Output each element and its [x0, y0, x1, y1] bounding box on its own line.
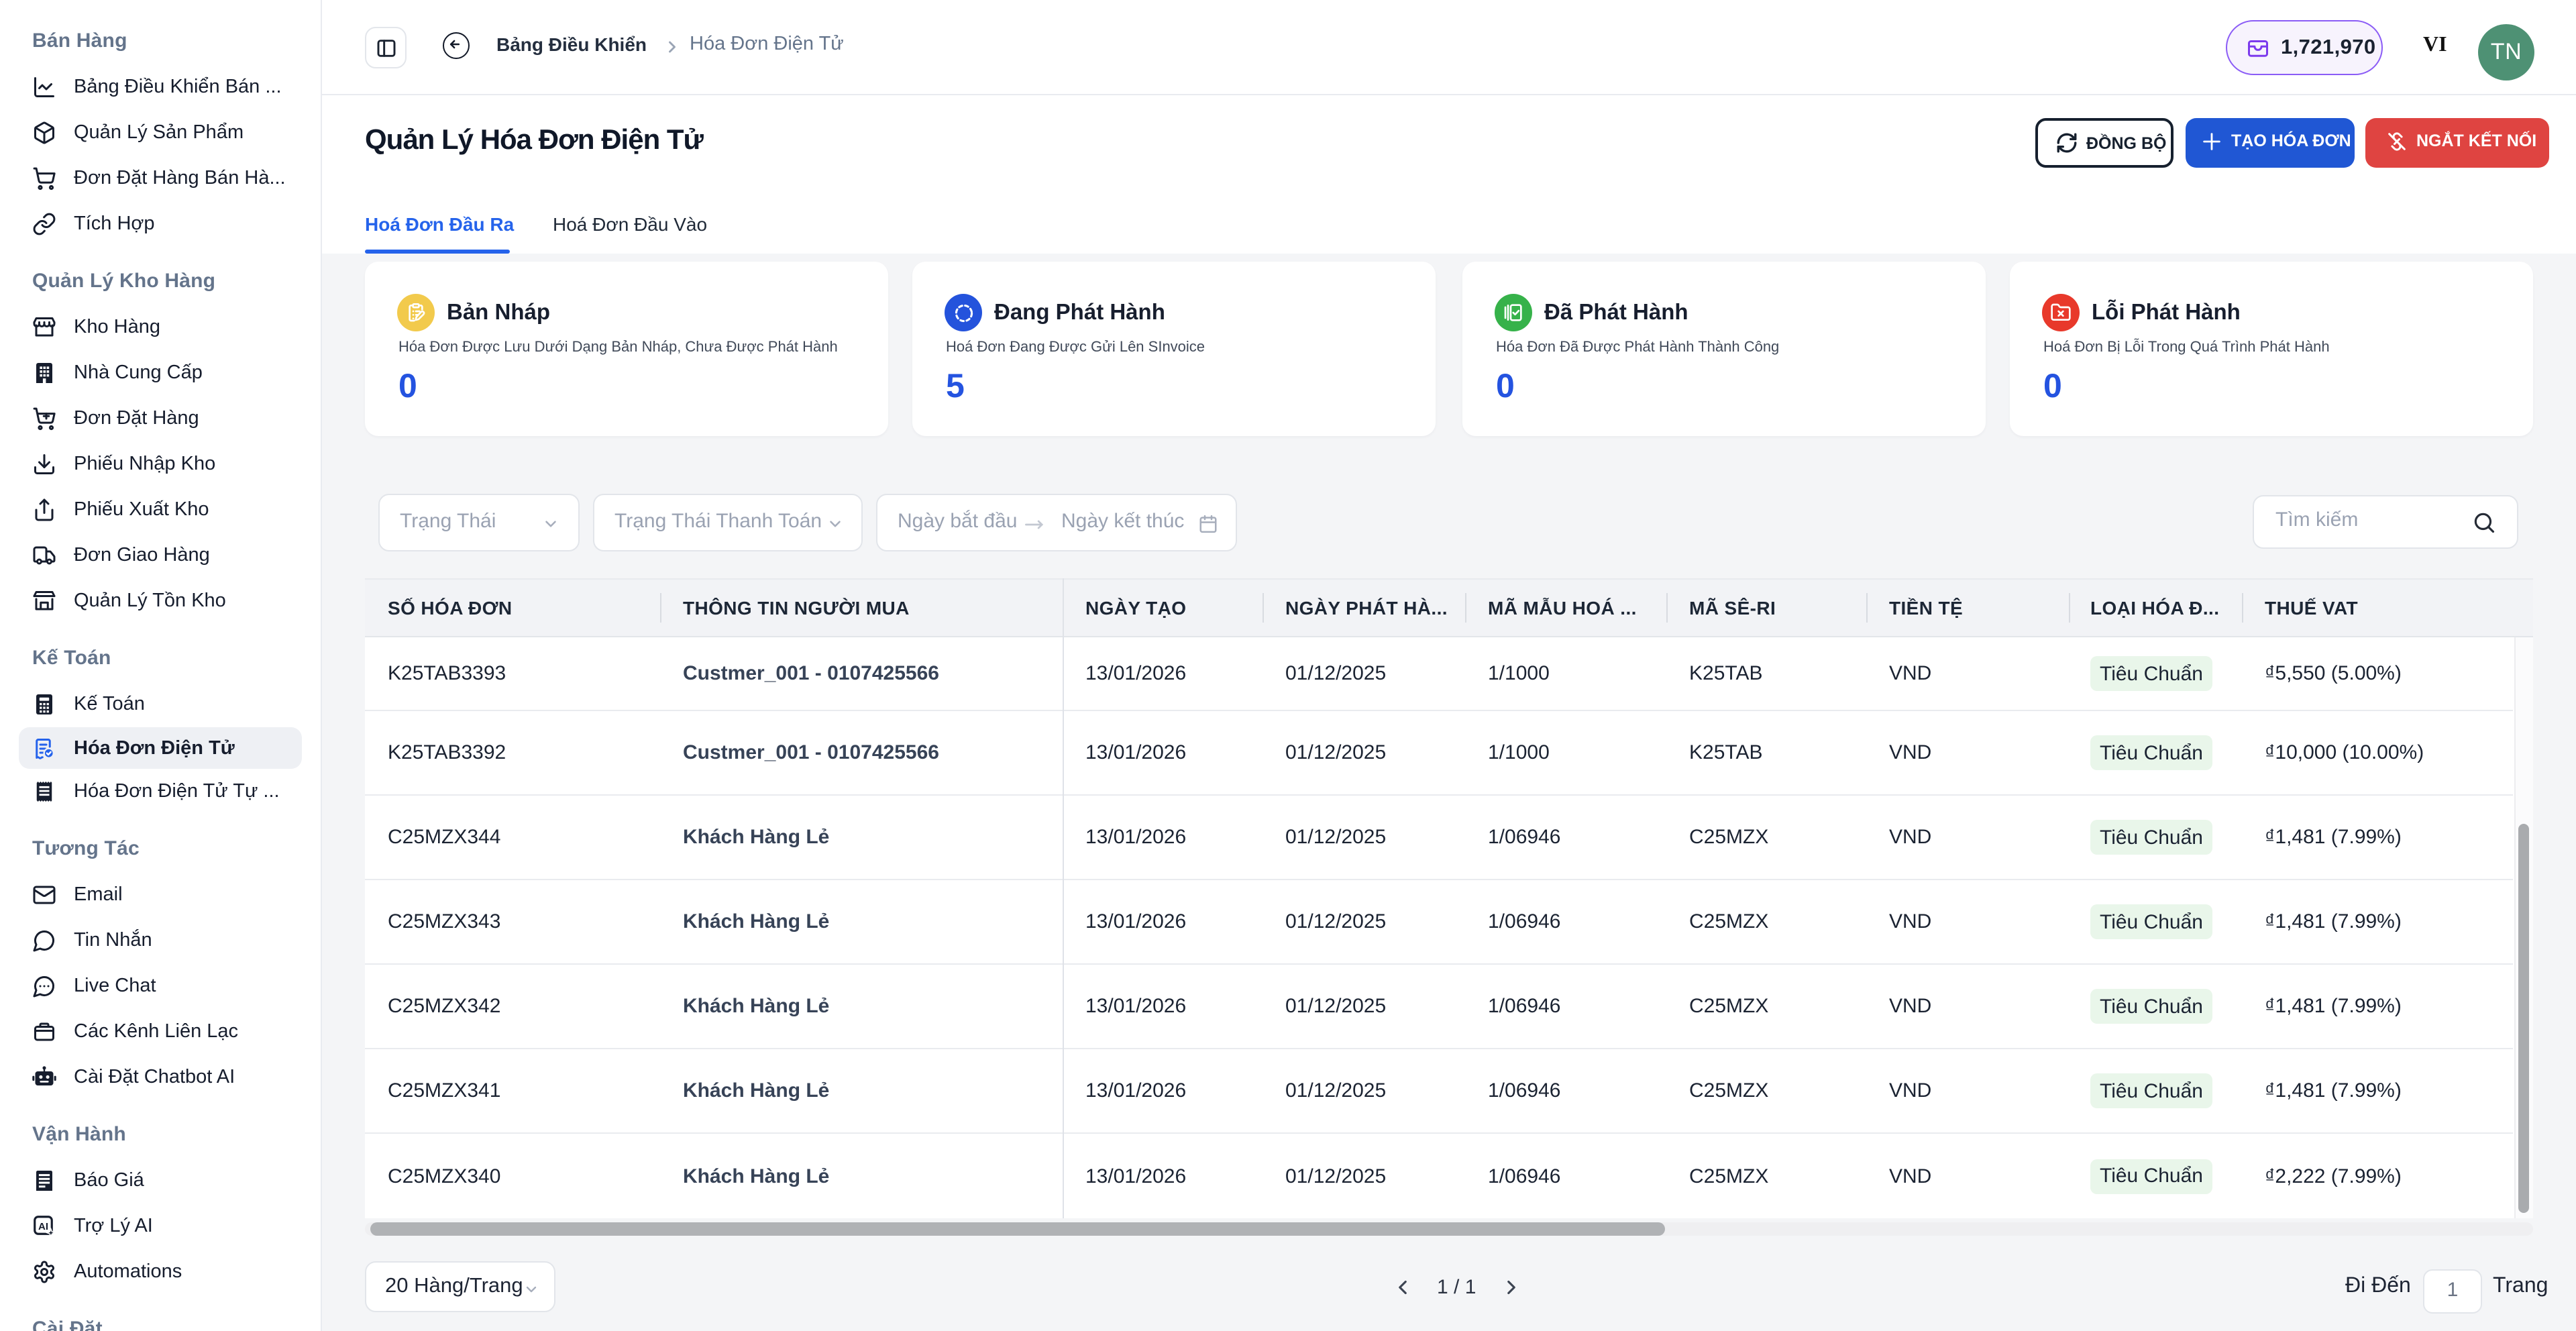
- svg-text:AI: AI: [38, 1221, 48, 1232]
